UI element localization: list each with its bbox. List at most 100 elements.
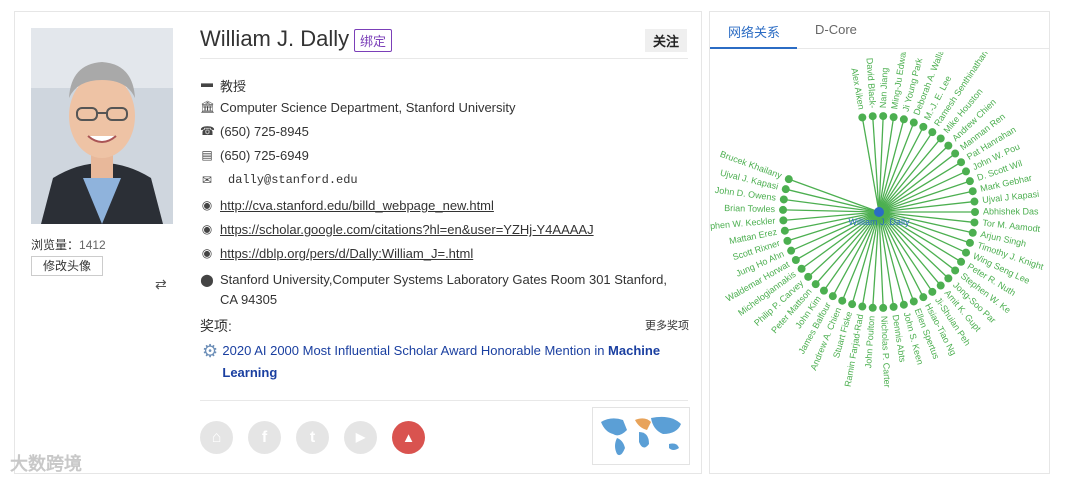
network-node[interactable] <box>819 286 828 295</box>
change-avatar-button[interactable]: 修改头像 <box>31 256 103 276</box>
fax-text: (650) 725-6949 <box>220 148 309 163</box>
network-node[interactable] <box>919 122 928 131</box>
world-map-thumbnail[interactable] <box>592 407 690 465</box>
awards-label: 奖项: <box>200 318 232 334</box>
network-node[interactable] <box>928 287 937 296</box>
network-node-label[interactable]: John Poulton <box>863 315 876 368</box>
network-node[interactable] <box>909 297 918 306</box>
person-photo-icon <box>31 28 173 224</box>
affiliation-text: Computer Science Department, Stanford Un… <box>220 100 516 115</box>
network-node[interactable] <box>970 197 979 206</box>
coauthor-network-graph[interactable]: Alex AikenDavid Black- Nan Jiang Ming-Ju E… <box>710 52 1049 472</box>
globe-icon: ◉ <box>201 198 213 212</box>
network-node[interactable] <box>783 236 792 245</box>
network-node-label[interactable]: David Black- <box>865 57 878 108</box>
more-awards-link[interactable]: 更多奖项 <box>645 317 689 333</box>
network-node[interactable] <box>779 195 788 204</box>
address-line2: CA 94305 <box>220 292 278 307</box>
institution-icon: 🏛 <box>200 100 216 114</box>
network-node-label[interactable]: Nan Jiang <box>878 67 890 108</box>
network-node[interactable] <box>858 113 867 122</box>
network-node[interactable] <box>889 302 898 311</box>
network-node[interactable] <box>879 303 888 312</box>
network-node[interactable] <box>957 158 966 167</box>
network-node[interactable] <box>811 280 820 289</box>
dblp-link[interactable]: https://dblp.org/pers/d/Dally:William_J=… <box>220 246 473 261</box>
profile-name: William J. Dally <box>200 26 350 51</box>
network-node[interactable] <box>784 175 793 184</box>
network-node[interactable] <box>957 257 966 266</box>
view-count: 浏览量：1412 <box>31 236 106 253</box>
twitter-icon[interactable]: t <box>296 421 329 454</box>
position-row: ▬ 教授 <box>200 76 246 95</box>
network-node-label[interactable]: Abhishek Das <box>983 206 1039 216</box>
network-node[interactable] <box>781 185 790 194</box>
phone-text: (650) 725-8945 <box>220 124 309 139</box>
network-node[interactable] <box>804 272 813 281</box>
globe-icon: ◉ <box>201 246 213 260</box>
network-node[interactable] <box>797 264 806 273</box>
award-item[interactable]: ⚙ 2020 AI 2000 Most Influential Scholar … <box>202 340 682 384</box>
network-node[interactable] <box>970 218 979 227</box>
network-node[interactable] <box>968 228 977 237</box>
follow-button[interactable]: 关注 <box>645 29 688 52</box>
network-node[interactable] <box>899 115 908 124</box>
network-node[interactable] <box>838 296 847 305</box>
tab-d-core[interactable]: D-Core <box>815 22 857 37</box>
network-node[interactable] <box>779 216 788 225</box>
network-node[interactable] <box>951 149 960 158</box>
home-icon[interactable]: ⌂ <box>200 421 233 454</box>
network-center-node[interactable] <box>874 207 884 217</box>
link-row: ◉ https://dblp.org/pers/d/Dally:William_… <box>200 246 473 261</box>
network-node[interactable] <box>889 113 898 122</box>
bind-badge[interactable]: 绑定 <box>354 29 393 52</box>
network-node[interactable] <box>965 238 974 247</box>
link-row: ◉ http://cva.stanford.edu/billd_webpage_… <box>200 198 494 213</box>
youtube-icon[interactable]: ▶ <box>344 421 377 454</box>
network-node[interactable] <box>899 300 908 309</box>
network-node[interactable] <box>965 177 974 186</box>
network-node[interactable] <box>944 274 953 283</box>
facebook-icon[interactable]: f <box>248 421 281 454</box>
world-map-icon <box>593 408 689 464</box>
network-node[interactable] <box>780 226 789 235</box>
graduation-cap-icon[interactable]: ▲ <box>392 421 425 454</box>
network-node[interactable] <box>879 112 888 121</box>
email-row: ✉ dally@stanford.edu <box>200 173 358 187</box>
network-node-label[interactable]: Alex Aiken <box>849 67 866 110</box>
network-node[interactable] <box>968 187 977 196</box>
network-node[interactable] <box>936 281 945 290</box>
network-node[interactable] <box>919 293 928 302</box>
network-node[interactable] <box>971 208 979 216</box>
network-node[interactable] <box>858 302 867 311</box>
scholar-link[interactable]: https://scholar.google.com/citations?hl=… <box>220 222 594 237</box>
phone-row: ☎ (650) 725-8945 <box>200 124 309 139</box>
network-node[interactable] <box>848 300 857 309</box>
divider <box>200 58 688 59</box>
network-node-label[interactable]: Nicholas P. Carter <box>879 316 892 388</box>
address-row: ⬤ Stanford University,Computer Systems L… <box>200 270 667 310</box>
network-node[interactable] <box>868 112 877 121</box>
tab-network[interactable]: 网络关系 <box>728 22 780 41</box>
network-node[interactable] <box>962 167 971 176</box>
network-node[interactable] <box>928 128 937 137</box>
network-node[interactable] <box>779 205 788 214</box>
network-node[interactable] <box>909 118 918 127</box>
network-node-label[interactable]: Brian Towles <box>724 203 776 214</box>
network-edge <box>788 178 880 213</box>
network-node[interactable] <box>828 292 837 301</box>
network-node[interactable] <box>791 256 800 264</box>
homepage-link[interactable]: http://cva.stanford.edu/billd_webpage_ne… <box>220 198 494 213</box>
network-node[interactable] <box>951 266 960 275</box>
network-node[interactable] <box>962 248 971 257</box>
network-node[interactable] <box>944 141 953 150</box>
affiliation-row: 🏛 Computer Science Department, Stanford … <box>200 100 516 115</box>
network-center-label: William J. Dally <box>848 217 910 227</box>
network-node[interactable] <box>868 303 877 312</box>
network-node[interactable] <box>787 246 796 255</box>
network-node[interactable] <box>936 134 945 143</box>
swap-icon[interactable]: ⇄ <box>155 276 167 293</box>
email-icon: ✉ <box>201 173 213 187</box>
location-pin-icon: ⬤ <box>200 273 214 287</box>
divider <box>200 400 688 401</box>
